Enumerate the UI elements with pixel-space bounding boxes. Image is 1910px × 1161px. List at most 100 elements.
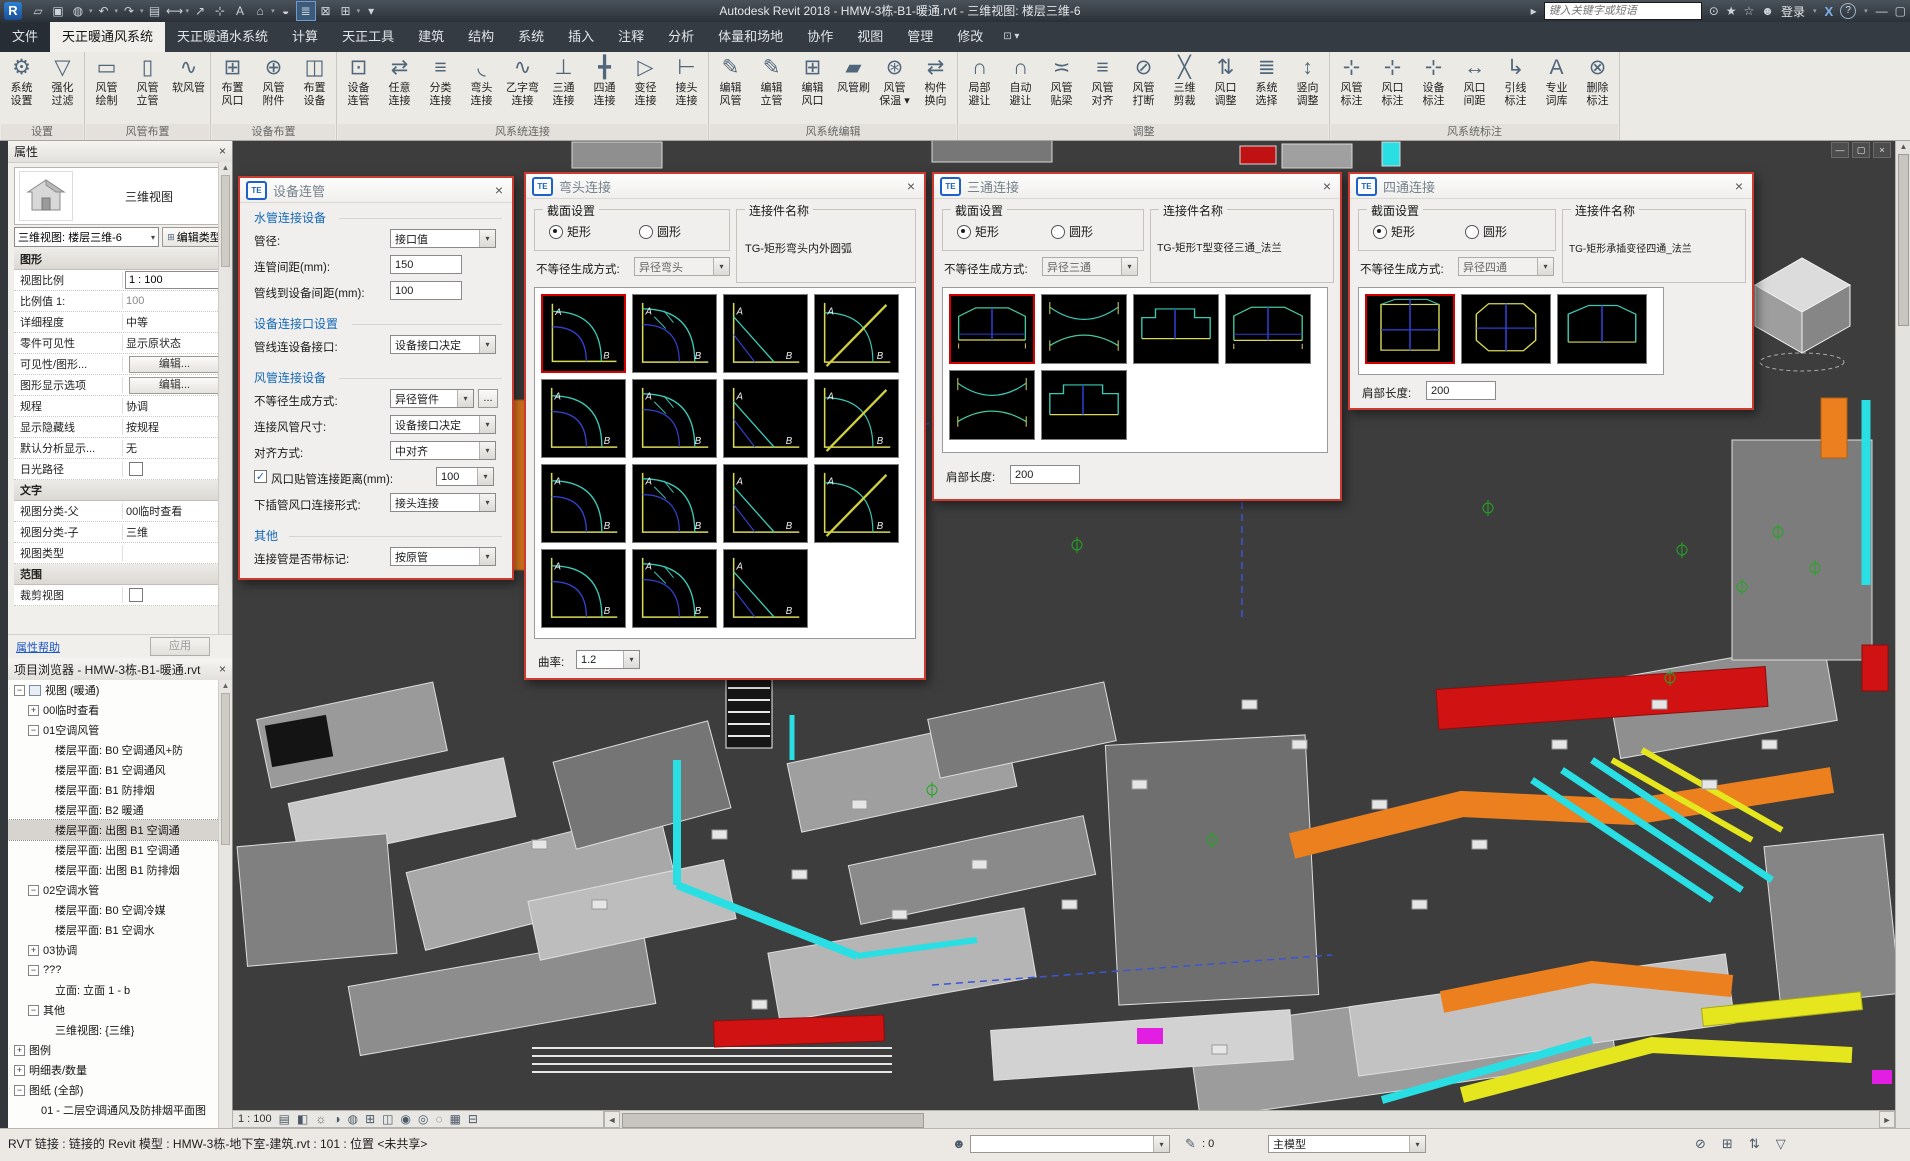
collapse-icon[interactable]: − (14, 685, 25, 696)
ribbon-tab-计算[interactable]: 计算 (280, 22, 330, 52)
shoulder-length-input[interactable]: 200 (1010, 465, 1080, 484)
collapse-icon[interactable]: − (28, 725, 39, 736)
dropdown[interactable]: 按原管▾ (390, 547, 496, 566)
fitting-type-thumbnail[interactable]: AB (814, 379, 899, 458)
fitting-type-thumbnail[interactable]: AB (632, 464, 717, 543)
tree-item[interactable]: 立面: 立面 1 - b (8, 980, 219, 1000)
expand-icon[interactable]: + (14, 1065, 25, 1076)
ribbon-button[interactable]: ▯风管立管 (127, 54, 168, 108)
fitting-type-thumbnail[interactable]: AB (632, 549, 717, 628)
view-selector-dropdown[interactable]: 三维视图: 楼层三维-6 ▾ (14, 227, 159, 247)
fitting-type-thumbnail[interactable]: AB (723, 549, 808, 628)
edit-type-button[interactable]: ⊞ 编辑类型 (162, 227, 226, 247)
measure-icon[interactable]: ⟷ (166, 2, 184, 20)
fitting-type-thumbnail[interactable] (1041, 294, 1127, 364)
detail-level-icon[interactable]: ▤ (279, 1112, 290, 1126)
fitting-type-thumbnail[interactable]: AB (814, 464, 899, 543)
fitting-type-thumbnail[interactable] (1225, 294, 1311, 364)
ribbon-button[interactable]: ▭风管绘制 (86, 54, 127, 108)
checkbox[interactable]: ✓ (254, 470, 267, 483)
ribbon-button[interactable]: ▽强化过滤 (42, 54, 83, 108)
ribbon-tab-插入[interactable]: 插入 (556, 22, 606, 52)
collapse-icon[interactable]: − (28, 1005, 39, 1016)
fitting-type-thumbnail[interactable] (1461, 294, 1551, 364)
close-icon[interactable]: × (219, 662, 226, 676)
rect-radio[interactable]: 矩形 (1373, 223, 1415, 240)
fitting-type-thumbnail[interactable]: AB (723, 294, 808, 373)
tree-item[interactable]: 楼层平面: B2 暖通 (8, 800, 219, 820)
dropdown-arrow-icon[interactable]: ▾ (140, 7, 144, 15)
ribbon-tab-修改[interactable]: 修改 (945, 22, 995, 52)
fitting-type-thumbnail[interactable] (1133, 294, 1219, 364)
ribbon-button[interactable]: ⊗删除标注 (1577, 54, 1618, 108)
reveal-hidden-elements-icon[interactable]: ◌ (435, 1112, 442, 1126)
ribbon-button[interactable]: ⇄构件换向 (915, 54, 956, 108)
ribbon-tab-分析[interactable]: 分析 (656, 22, 706, 52)
tree-item[interactable]: +00临时查看 (8, 700, 219, 720)
ribbon-tab-天正暖通水系统[interactable]: 天正暖通水系统 (165, 22, 280, 52)
round-radio[interactable]: 圆形 (1465, 223, 1507, 240)
round-radio[interactable]: 圆形 (639, 223, 681, 240)
redo-icon[interactable]: ↷ (120, 2, 138, 20)
favorites-icon[interactable]: ☆ (1744, 4, 1755, 18)
tree-item[interactable]: −图纸 (全部) (8, 1080, 219, 1100)
tree-item[interactable]: 楼层平面: 出图 B1 空调通 (8, 840, 219, 860)
fitting-type-thumbnail[interactable]: AB (541, 379, 626, 458)
open-icon[interactable]: ▱ (29, 2, 47, 20)
fitting-type-thumbnail[interactable]: AB (541, 549, 626, 628)
switch-windows-icon[interactable]: ⊞ (337, 2, 355, 20)
view-restore-icon[interactable]: ▢ (1852, 142, 1870, 158)
dropdown[interactable]: 接口值▾ (390, 229, 496, 248)
tree-item[interactable]: −??? (8, 960, 219, 980)
fitting-type-thumbnail[interactable]: AB (632, 379, 717, 458)
signin-dropdown-icon[interactable]: ▾ (1813, 7, 1817, 15)
ribbon-tab-协作[interactable]: 协作 (795, 22, 845, 52)
ribbon-tab-天正暖通风系统[interactable]: 天正暖通风系统 (50, 22, 165, 52)
scroll-left-icon[interactable]: ◄ (604, 1111, 620, 1128)
collapse-icon[interactable]: − (14, 1085, 25, 1096)
ribbon-tab-体量和场地[interactable]: 体量和场地 (706, 22, 795, 52)
tree-item[interactable]: 三维视图: {三维} (8, 1020, 219, 1040)
scale-button[interactable]: 1 : 100 (238, 1113, 272, 1125)
dropdown-arrow-icon[interactable]: ▾ (186, 7, 190, 15)
edit-button[interactable]: 编辑... (129, 377, 220, 394)
tree-item[interactable]: −视图 (暖通) (8, 680, 219, 700)
expand-icon[interactable]: + (14, 1045, 25, 1056)
ribbon-button[interactable]: ∩自动避让 (1000, 54, 1041, 108)
property-value[interactable]: 三维 (123, 524, 226, 540)
ribbon-tab-视图[interactable]: 视图 (845, 22, 895, 52)
temporary-view-properties-icon[interactable]: ▦ (450, 1112, 461, 1126)
ribbon-button[interactable]: ⊘风管打断 (1123, 54, 1164, 108)
type-selector[interactable]: 三维视图 (14, 167, 226, 225)
tree-item[interactable]: 楼层平面: B1 空调水 (8, 920, 219, 940)
checkbox[interactable] (129, 462, 143, 476)
sun-path-icon[interactable]: ☼ (315, 1112, 326, 1126)
tree-item[interactable]: +图例 (8, 1040, 219, 1060)
aligned-dimension-icon[interactable]: ↗ (191, 2, 209, 20)
signin-avatar-icon[interactable]: ☻ (1761, 4, 1774, 18)
exchange-apps-icon[interactable]: X (1824, 4, 1833, 19)
ribbon-button[interactable]: ⚙系统设置 (1, 54, 42, 108)
tag-by-category-icon[interactable]: ⊹ (211, 2, 229, 20)
tree-item[interactable]: +03协调 (8, 940, 219, 960)
ribbon-button[interactable]: ≣系统选择 (1246, 54, 1287, 108)
property-value-dropdown[interactable]: 1 : 100 (125, 271, 224, 289)
save-icon[interactable]: ▣ (49, 2, 67, 20)
view-minimize-icon[interactable]: — (1831, 142, 1849, 158)
generation-mode-dropdown[interactable]: 异径弯头 ▾ (634, 257, 730, 276)
apply-button[interactable]: 应用 (150, 637, 210, 656)
ribbon-button[interactable]: ╋四通连接 (584, 54, 625, 108)
tree-item[interactable]: +明细表/数量 (8, 1060, 219, 1080)
render-dialog-icon[interactable]: ◍ (348, 1112, 358, 1126)
fitting-type-thumbnail[interactable] (1365, 294, 1455, 364)
property-value[interactable]: 中等 (123, 314, 226, 330)
tree-item[interactable]: 01 - 二层空调通风及防排烟平面图 (8, 1100, 219, 1120)
help-dropdown-icon[interactable]: ▾ (1864, 7, 1868, 15)
ribbon-tab-建筑[interactable]: 建筑 (406, 22, 456, 52)
ribbon-button[interactable]: ∿软风管 (168, 54, 209, 108)
property-value[interactable]: 无 (123, 440, 226, 456)
print-icon[interactable]: ▤ (146, 2, 164, 20)
close-icon[interactable]: × (1732, 178, 1746, 194)
dropdown-arrow-icon[interactable]: ▾ (271, 7, 275, 15)
properties-scrollbar[interactable]: ▲ (218, 162, 232, 658)
